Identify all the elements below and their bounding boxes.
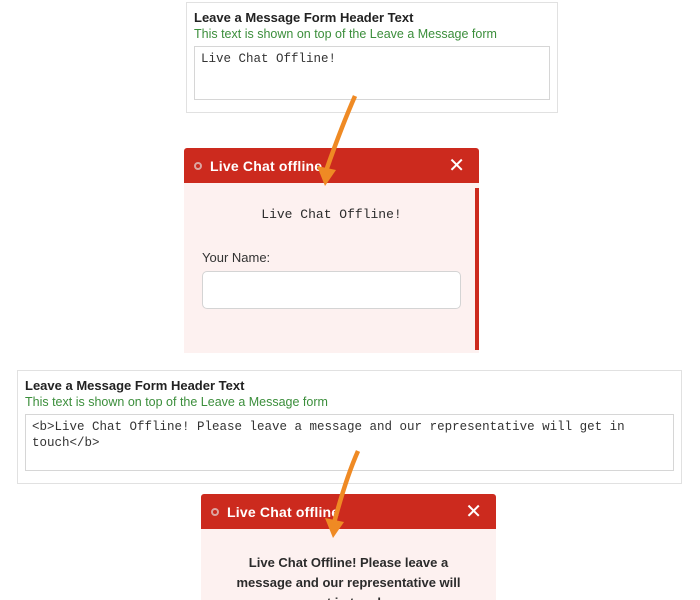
close-icon[interactable]: ✕ xyxy=(444,154,469,178)
chat-title: Live Chat offline xyxy=(210,158,444,174)
settings-heading: Leave a Message Form Header Text xyxy=(25,378,674,393)
settings-help-text: This text is shown on top of the Leave a… xyxy=(194,27,550,41)
close-icon[interactable]: ✕ xyxy=(461,500,486,524)
chat-body: Live Chat Offline! Please leave a messag… xyxy=(201,529,496,600)
name-field-label: Your Name: xyxy=(202,250,461,265)
offline-message: Live Chat Offline! Please leave a messag… xyxy=(225,553,472,600)
chat-widget-preview-2: Live Chat offline ✕ Live Chat Offline! P… xyxy=(201,494,496,600)
offline-message: Live Chat Offline! xyxy=(202,207,461,222)
settings-heading: Leave a Message Form Header Text xyxy=(194,10,550,25)
header-text-settings-2: Leave a Message Form Header Text This te… xyxy=(17,370,682,484)
chat-titlebar: Live Chat offline ✕ xyxy=(184,148,479,183)
status-offline-icon xyxy=(211,508,219,516)
chat-title: Live Chat offline xyxy=(227,504,461,520)
header-text-input[interactable] xyxy=(194,46,550,100)
chat-widget-preview-1: Live Chat offline ✕ Live Chat Offline! Y… xyxy=(184,148,479,353)
status-offline-icon xyxy=(194,162,202,170)
chat-titlebar: Live Chat offline ✕ xyxy=(201,494,496,529)
scrollbar-thumb[interactable] xyxy=(475,188,479,350)
name-input[interactable] xyxy=(202,271,461,309)
settings-help-text: This text is shown on top of the Leave a… xyxy=(25,395,674,409)
chat-body: Live Chat Offline! Your Name: xyxy=(184,183,479,353)
header-text-settings-1: Leave a Message Form Header Text This te… xyxy=(186,2,558,113)
header-text-input[interactable] xyxy=(25,414,674,471)
